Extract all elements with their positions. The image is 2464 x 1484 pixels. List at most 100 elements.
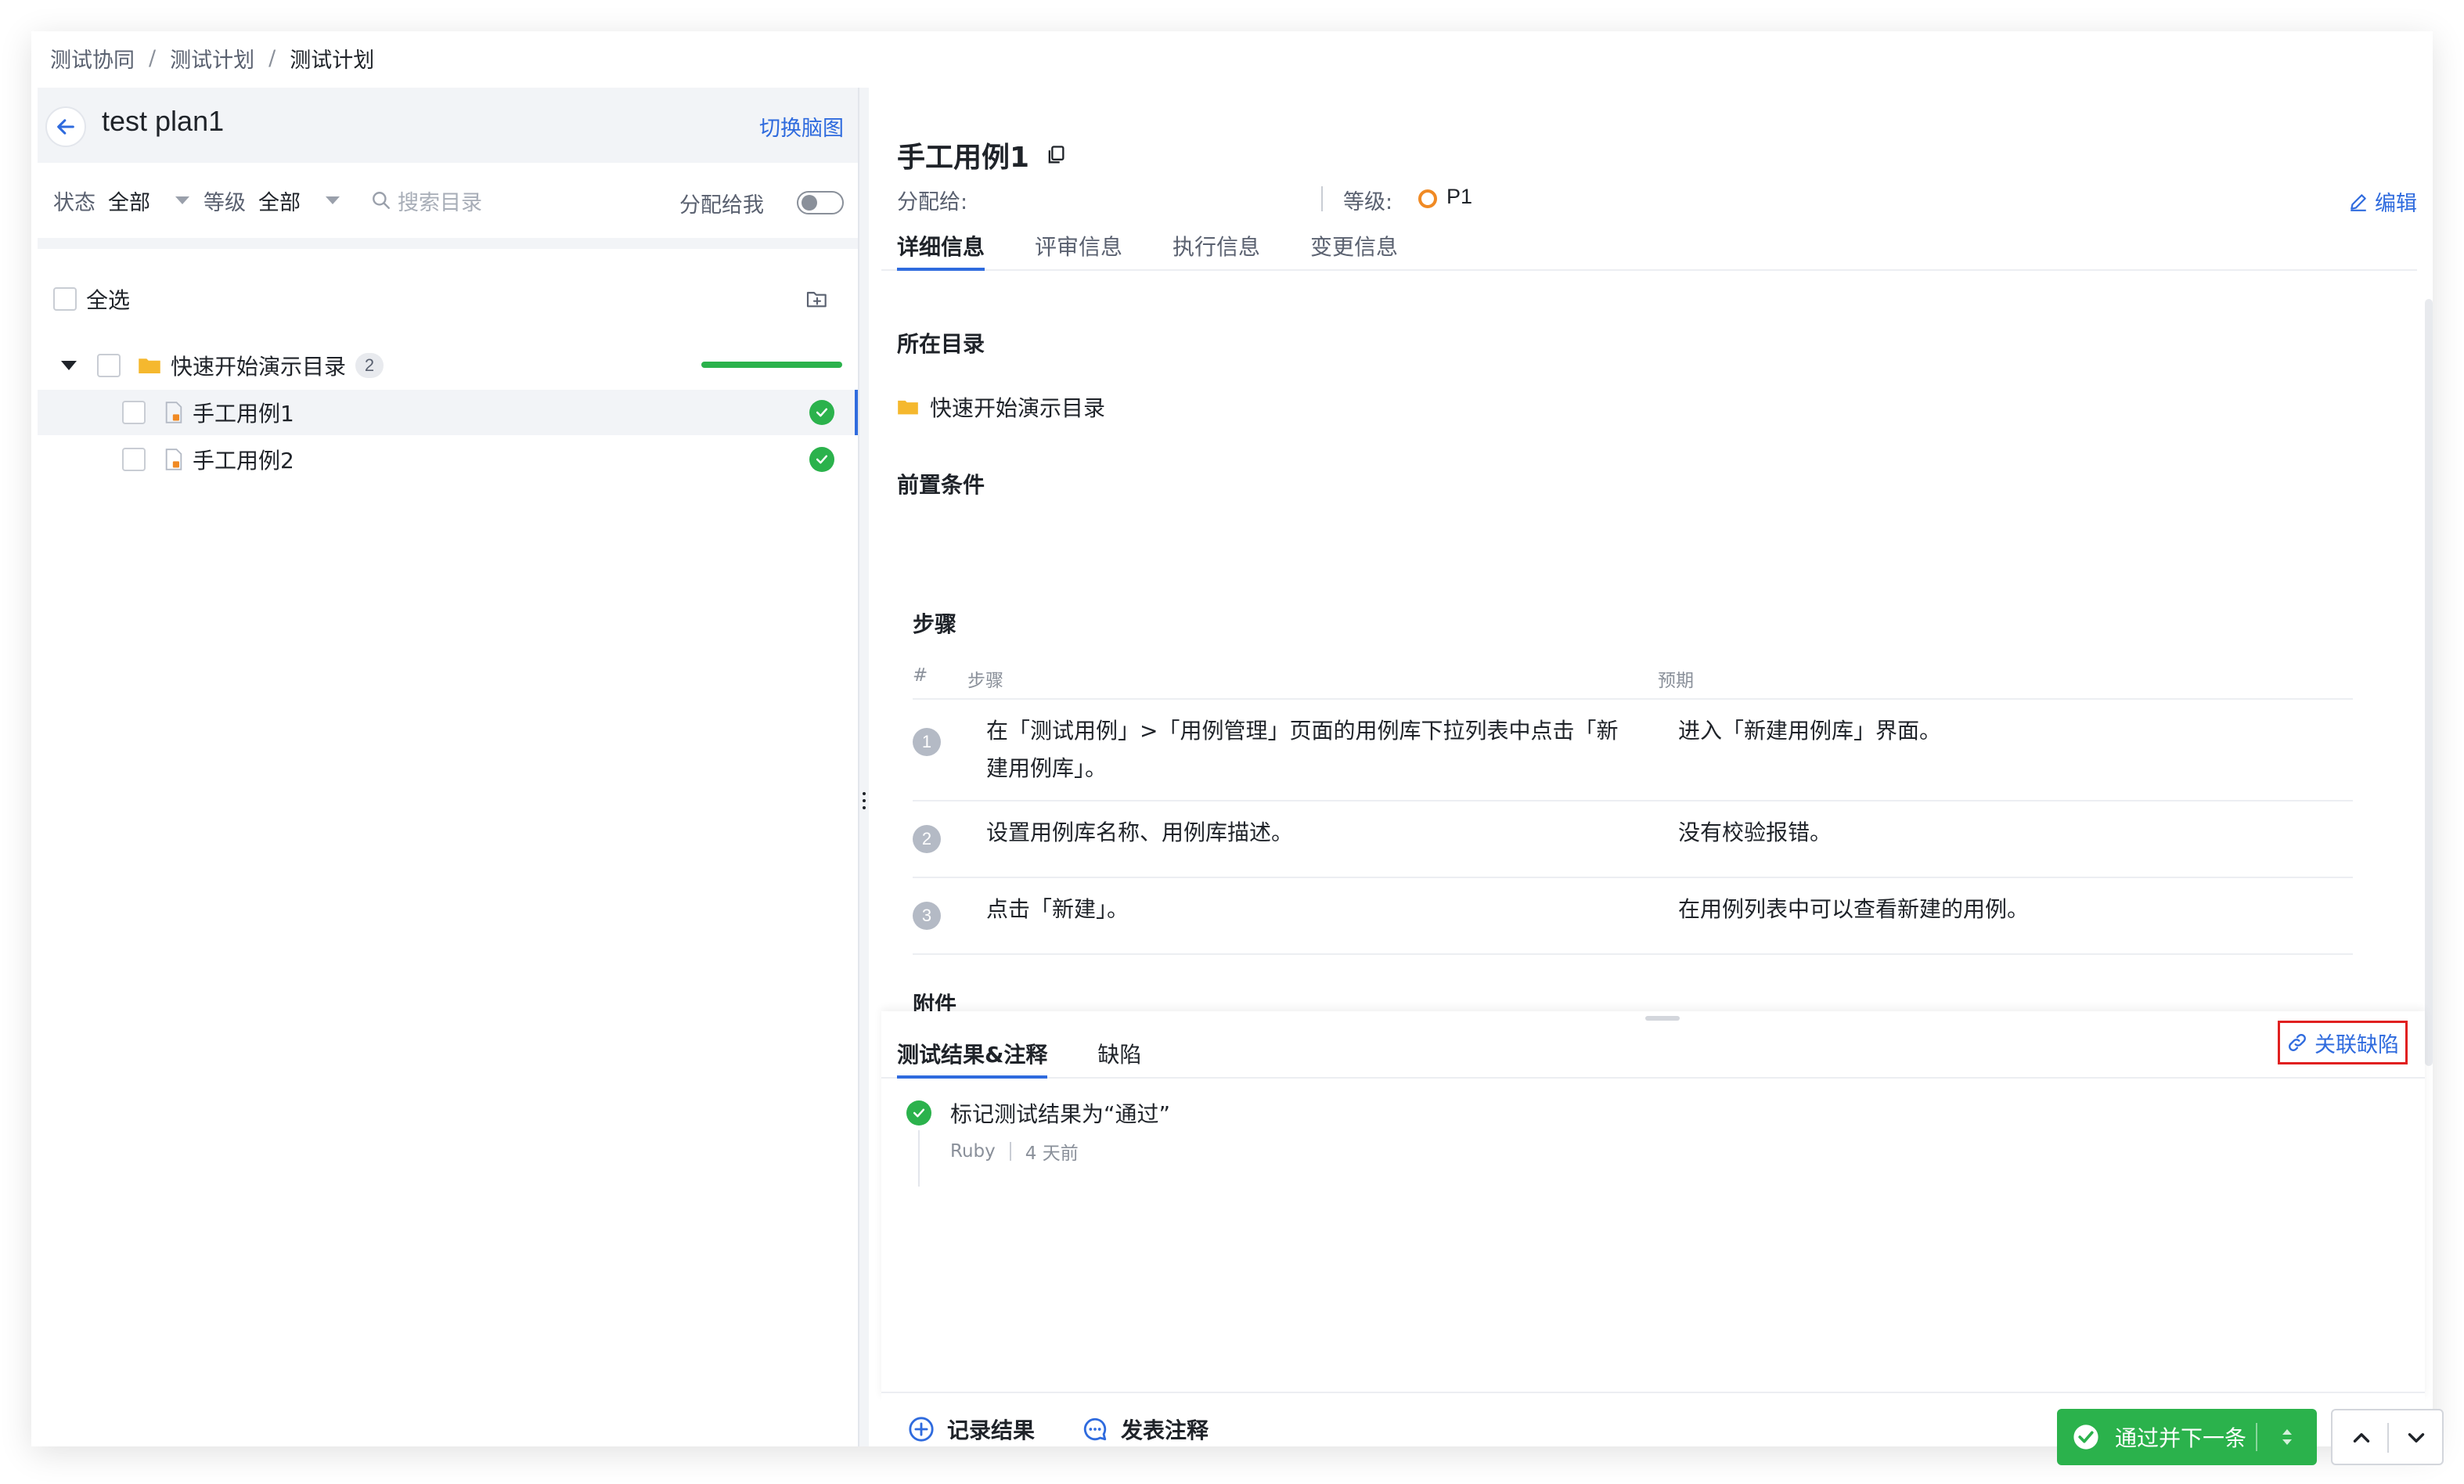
folder-name: 快速开始演示目录 <box>171 354 347 380</box>
back-button[interactable] <box>45 106 86 147</box>
sort-arrows-icon[interactable] <box>2279 1425 2295 1450</box>
status-filter-select[interactable]: 全部 <box>108 186 150 216</box>
pass-and-next-label: 通过并下一条 <box>2115 1425 2247 1451</box>
drag-handle-icon[interactable] <box>863 792 867 816</box>
tab-results-comments[interactable]: 测试结果&注释 <box>897 1027 1048 1079</box>
level-label: 等级: <box>1343 190 1393 214</box>
tree-folder-row[interactable]: 快速开始演示目录 2 <box>38 343 858 388</box>
pencil-icon <box>2351 193 2366 211</box>
case-detail-panel: 手工用例1 分配给: 等级: P1 编辑 详细信息 评审信息 执行信息 变更信息… <box>881 88 2444 1465</box>
link-defect-button[interactable]: 关联缺陷 <box>2278 1021 2408 1064</box>
check-circle-icon <box>2073 1425 2098 1450</box>
case-meta: 分配给: 等级: P1 <box>897 185 2415 215</box>
step-row: 2 设置用例库名称、用例库描述。 没有校验报错。 <box>913 801 2353 878</box>
edit-button[interactable]: 编辑 <box>2348 186 2417 217</box>
test-case-file-icon <box>165 402 182 423</box>
step-number: 2 <box>913 825 941 853</box>
divider <box>1009 1142 1011 1161</box>
step-number: 1 <box>913 728 941 756</box>
assign-me-toggle[interactable] <box>797 191 844 214</box>
case-checkbox[interactable] <box>122 401 146 424</box>
step-row: 1 在「测试用例」>「用例管理」页面的用例库下拉列表中点击「新建用例库」。 进入… <box>913 701 2353 801</box>
case-name: 手工用例2 <box>193 448 294 474</box>
log-meta: Ruby 4 天前 <box>950 1138 1420 1165</box>
edit-label: 编辑 <box>2375 192 2417 216</box>
breadcrumb-separator: / <box>149 45 157 70</box>
chevron-down-icon[interactable] <box>2403 1425 2430 1451</box>
tree-case-row[interactable]: 手工用例1 <box>38 390 858 435</box>
pass-and-next-button[interactable]: 通过并下一条 <box>2057 1409 2317 1465</box>
breadcrumb-item-1[interactable]: 测试计划 <box>170 43 254 74</box>
col-num: # <box>913 665 928 686</box>
toggle-knob <box>802 195 817 211</box>
filter-bar: 状态 全部 等级 全部 搜索目录 分配给我 <box>38 163 858 238</box>
col-expected: 预期 <box>1658 671 1694 691</box>
case-title: 手工用例1 <box>897 135 1067 175</box>
directory-value: 快速开始演示目录 <box>897 391 1105 423</box>
level-filter-select[interactable]: 全部 <box>258 186 301 216</box>
log-text: 标记测试结果为“通过” <box>950 1101 1171 1127</box>
arrow-left-icon <box>57 119 74 135</box>
select-all-checkbox[interactable] <box>53 287 77 311</box>
select-all[interactable]: 全选 <box>53 283 130 315</box>
test-case-file-icon <box>165 448 182 470</box>
folder-settings-icon[interactable] <box>805 286 830 312</box>
log-user: Ruby <box>950 1141 996 1162</box>
resize-handle[interactable] <box>1645 1016 1680 1021</box>
panel-splitter[interactable] <box>858 88 869 1446</box>
tab-changes[interactable]: 变更信息 <box>1310 219 1398 271</box>
link-icon <box>2289 1034 2306 1051</box>
breadcrumb-item-0[interactable]: 测试协同 <box>50 43 135 74</box>
passed-status-icon <box>906 1100 931 1126</box>
link-defect-label: 关联缺陷 <box>2315 1032 2399 1057</box>
breadcrumb-separator: / <box>268 45 276 70</box>
detail-tabs: 详细信息 评审信息 执行信息 变更信息 <box>881 219 2417 271</box>
copy-icon[interactable] <box>1045 144 1067 166</box>
search-input[interactable]: 搜索目录 <box>398 186 482 216</box>
scrollbar[interactable] <box>2425 299 2433 1066</box>
step-text: 设置用例库名称、用例库描述。 <box>986 819 1294 845</box>
case-navigation <box>2331 1409 2444 1465</box>
step-text: 在「测试用例」>「用例管理」页面的用例库下拉列表中点击「新建用例库」。 <box>986 718 1619 781</box>
tab-execution[interactable]: 执行信息 <box>1173 219 1260 271</box>
step-text: 点击「新建」。 <box>986 896 1129 922</box>
chevron-down-icon[interactable] <box>175 196 189 204</box>
passed-status-icon <box>809 447 834 472</box>
chevron-down-icon[interactable] <box>326 196 340 204</box>
case-checkbox[interactable] <box>122 448 146 471</box>
result-tabs: 测试结果&注释 缺陷 <box>881 1027 2425 1079</box>
steps-table-header: # 步骤 预期 <box>913 659 2353 700</box>
directory-title: 所在目录 <box>897 331 985 357</box>
comment-icon <box>1083 1417 1107 1441</box>
folder-icon <box>139 358 160 373</box>
folder-icon <box>898 400 918 415</box>
select-all-label: 全选 <box>86 287 131 313</box>
app-window: 测试协同 / 测试计划 / 测试计划 test plan1 切换脑图 状态 全部… <box>31 31 2444 1465</box>
divider <box>1321 186 1323 211</box>
col-step: 步骤 <box>967 671 1003 691</box>
timeline-line <box>918 1130 920 1187</box>
post-comment-label: 发表注释 <box>1121 1417 1209 1443</box>
breadcrumb: 测试协同 / 测试计划 / 测试计划 <box>50 38 374 78</box>
case-title-text: 手工用例1 <box>897 142 1030 174</box>
tab-review[interactable]: 评审信息 <box>1035 219 1122 271</box>
level-filter-label: 等级 <box>204 190 246 215</box>
plan-header: test plan1 切换脑图 <box>38 88 858 163</box>
plan-title: test plan1 <box>102 105 225 137</box>
result-pane: 测试结果&注释 缺陷 关联缺陷 标记测试结果为“通过” Ruby 4 天前 <box>881 1011 2425 1399</box>
status-filter-label: 状态 <box>53 190 95 215</box>
switch-mindmap-link[interactable]: 切换脑图 <box>759 111 844 142</box>
tab-defects[interactable]: 缺陷 <box>1097 1027 1141 1079</box>
precondition-title: 前置条件 <box>897 472 985 498</box>
chevron-up-icon[interactable] <box>2348 1425 2375 1451</box>
folder-checkbox[interactable] <box>97 354 121 377</box>
tab-details[interactable]: 详细信息 <box>897 219 985 271</box>
tree-case-row[interactable]: 手工用例2 <box>38 437 858 482</box>
step-expected: 没有校验报错。 <box>1678 819 1832 845</box>
divider <box>2256 1423 2257 1451</box>
case-name: 手工用例1 <box>193 401 294 427</box>
caret-down-icon[interactable] <box>61 361 77 370</box>
assign-me-label: 分配给我 <box>679 193 764 218</box>
record-result-button[interactable]: 记录结果 <box>908 1414 1035 1445</box>
post-comment-button[interactable]: 发表注释 <box>1082 1414 1209 1445</box>
